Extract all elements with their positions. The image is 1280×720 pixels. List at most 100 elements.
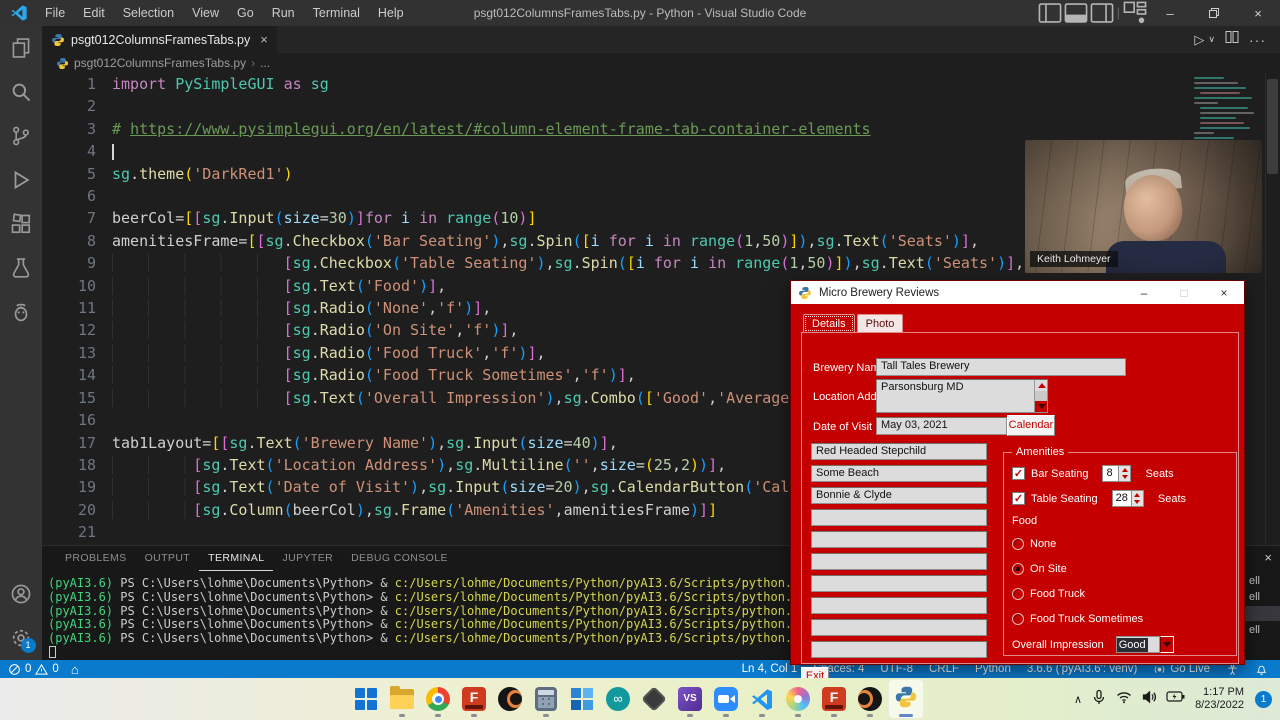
editor-scrollbar[interactable] — [1265, 73, 1280, 545]
shell-list-item[interactable] — [1245, 606, 1280, 621]
toggle-panel-icon[interactable] — [1037, 0, 1063, 26]
statusbar-ln[interactable]: Ln 4, Col 1 — [742, 663, 798, 675]
menu-terminal[interactable]: Terminal — [304, 0, 369, 26]
menu-help[interactable]: Help — [369, 0, 413, 26]
tray-expand-icon[interactable]: ∧ — [1074, 693, 1082, 706]
run-python-file-icon[interactable]: ▷ — [1194, 32, 1204, 48]
breadcrumb[interactable]: psgt012ColumnsFramesTabs.py › ... — [42, 53, 1280, 73]
taskbar-calculator-icon[interactable] — [528, 679, 564, 719]
breadcrumb-file[interactable]: psgt012ColumnsFramesTabs.py — [74, 56, 246, 70]
activitybar-testing-icon[interactable] — [0, 246, 42, 290]
brewery-tab-details[interactable]: Details — [803, 314, 855, 333]
beer-input-8[interactable] — [811, 597, 987, 614]
menu-go[interactable]: Go — [228, 0, 263, 26]
spinner-arrows-icon[interactable] — [1131, 490, 1144, 507]
taskbar-office-icon[interactable] — [564, 679, 600, 719]
code-line[interactable]: 2 — [42, 95, 1280, 117]
battery-icon[interactable] — [1166, 690, 1186, 708]
beer-input-7[interactable] — [811, 575, 987, 592]
beer-input-1[interactable]: Red Headed Stepchild — [811, 443, 987, 460]
minimize-button[interactable]: – — [1148, 0, 1192, 26]
radio-food-truck[interactable] — [1012, 588, 1024, 600]
volume-icon[interactable] — [1141, 689, 1157, 710]
panel-tab-jupyter[interactable]: JUPYTER — [273, 546, 342, 571]
tab-close-icon[interactable]: × — [260, 32, 268, 47]
taskbar-chrome-icon[interactable] — [420, 679, 456, 719]
code-line[interactable]: 3 # https://www.pysimplegui.org/en/latest… — [42, 118, 1280, 140]
scroll-down-icon[interactable] — [1035, 401, 1047, 412]
overall-impression-combo[interactable]: Good — [1115, 636, 1174, 653]
notification-badge[interactable]: 1 — [1255, 690, 1272, 708]
customize-layout-icon[interactable] — [1122, 0, 1148, 26]
activitybar-files-icon[interactable] — [0, 26, 42, 70]
restore-button[interactable] — [1192, 0, 1236, 26]
split-editor-icon[interactable] — [1225, 30, 1239, 49]
panel-tab-problems[interactable]: PROBLEMS — [56, 546, 136, 571]
toggle-bottom-panel-icon[interactable] — [1063, 0, 1089, 26]
taskbar-start-icon[interactable] — [348, 679, 384, 719]
menu-edit[interactable]: Edit — [74, 0, 114, 26]
errors-icon[interactable] — [8, 663, 21, 676]
menu-run[interactable]: Run — [263, 0, 304, 26]
bar-seating-checkbox[interactable]: ✓ — [1012, 467, 1025, 480]
taskbar-camtasia-icon[interactable] — [492, 679, 528, 719]
beer-input-5[interactable] — [811, 531, 987, 548]
shell-list-item[interactable]: ell — [1245, 574, 1280, 588]
location-address-multiline[interactable]: Parsonsburg MD — [876, 379, 1048, 413]
brewery-minimize-button[interactable]: – — [1124, 286, 1164, 300]
breadcrumb-ellipsis[interactable]: ... — [260, 56, 270, 70]
tray-clock[interactable]: 1:17 PM 8/23/2022 — [1195, 686, 1244, 712]
bar-seats-spinner[interactable]: 8 — [1102, 465, 1132, 482]
menu-view[interactable]: View — [183, 0, 228, 26]
editor-tab[interactable]: psgt012ColumnsFramesTabs.py × — [42, 26, 278, 53]
brewery-name-input[interactable]: Tall Tales Brewery — [876, 358, 1126, 376]
wifi-icon[interactable] — [1116, 689, 1132, 710]
radio-none[interactable] — [1012, 538, 1024, 550]
radio-on-site[interactable] — [1012, 563, 1024, 575]
taskbar-visual-studio-icon[interactable]: VS — [672, 679, 708, 719]
taskbar-arduino-icon[interactable]: ∞ — [600, 679, 636, 719]
beer-input-4[interactable] — [811, 509, 987, 526]
menu-file[interactable]: File — [36, 0, 74, 26]
run-dropdown-chevron-icon[interactable]: ∨ — [1208, 34, 1215, 45]
shell-list-item[interactable]: ell — [1245, 590, 1280, 604]
warnings-icon[interactable] — [35, 663, 49, 676]
beer-input-9[interactable] — [811, 619, 987, 636]
menu-selection[interactable]: Selection — [114, 0, 183, 26]
table-seating-checkbox[interactable]: ✓ — [1012, 492, 1025, 505]
combo-dropdown-icon[interactable] — [1159, 636, 1174, 653]
radio-food-truck-sometimes[interactable] — [1012, 613, 1024, 625]
table-seats-spinner[interactable]: 28 — [1111, 490, 1144, 507]
code-line[interactable]: 1 import PySimpleGUI as sg — [42, 73, 1280, 95]
beer-input-3[interactable]: Bonnie & Clyde — [811, 487, 987, 504]
brewery-close-button[interactable]: × — [1204, 286, 1244, 300]
shell-list-item[interactable]: ell — [1245, 623, 1280, 637]
beer-input-2[interactable]: Some Beach — [811, 465, 987, 482]
brewery-titlebar[interactable]: Micro Brewery Reviews – □ × — [791, 281, 1244, 304]
activitybar-search-icon[interactable] — [0, 70, 42, 114]
brewery-maximize-button[interactable]: □ — [1164, 286, 1204, 300]
scroll-up-icon[interactable] — [1035, 380, 1047, 391]
taskbar-fusion360-2-icon[interactable]: F — [816, 679, 852, 719]
taskbar-inkscape-icon[interactable] — [636, 679, 672, 719]
taskbar-fusion360-icon[interactable]: F — [456, 679, 492, 719]
taskbar-vscode-icon[interactable] — [744, 679, 780, 719]
beer-input-6[interactable] — [811, 553, 987, 570]
warnings-count[interactable]: 0 — [52, 663, 58, 675]
panel-close-icon[interactable]: × — [1264, 550, 1272, 565]
taskbar-pysimplegui-app-icon[interactable] — [888, 679, 924, 719]
toggle-secondary-sidebar-icon[interactable] — [1089, 0, 1115, 26]
bell-icon[interactable] — [1255, 663, 1268, 676]
activitybar-source-control-icon[interactable] — [0, 114, 42, 158]
close-window-button[interactable]: × — [1236, 0, 1280, 26]
activitybar-account-icon[interactable] — [0, 572, 42, 616]
activitybar-extensions-icon[interactable] — [0, 202, 42, 246]
microphone-icon[interactable] — [1091, 689, 1107, 710]
beer-input-10[interactable] — [811, 641, 987, 658]
activitybar-run-debug-icon[interactable] — [0, 158, 42, 202]
taskbar-paint-app-icon[interactable] — [780, 679, 816, 719]
taskbar-zoom-icon[interactable] — [708, 679, 744, 719]
activitybar-jupyter-icon[interactable] — [0, 290, 42, 334]
taskbar-camtasia-2-icon[interactable] — [852, 679, 888, 719]
taskbar-file-explorer-icon[interactable] — [384, 679, 420, 719]
